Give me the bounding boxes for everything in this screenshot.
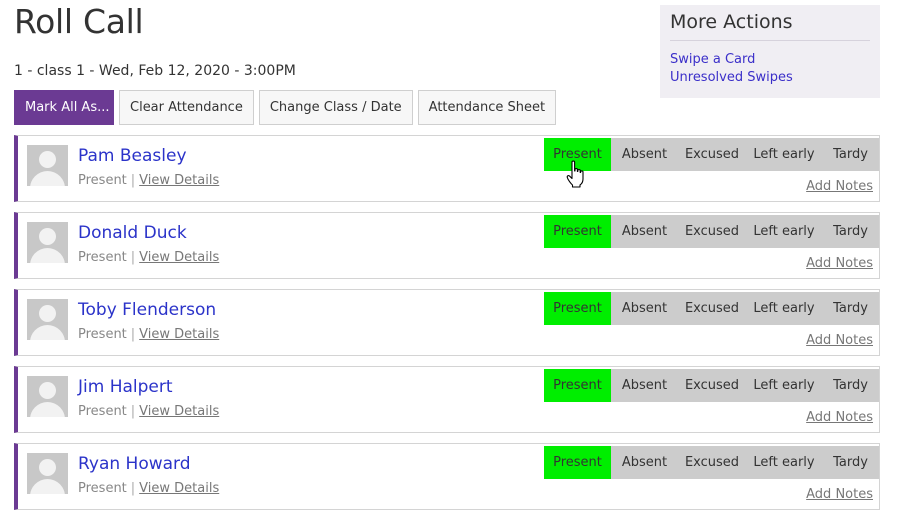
present-option[interactable]: Present [544, 138, 611, 171]
more-actions-title: More Actions [670, 11, 870, 41]
view-details-link[interactable]: View Details [139, 327, 219, 342]
attendance-sheet-button[interactable]: Attendance Sheet [417, 90, 557, 125]
attendance-options: Present Absent Excused Left early Tardy [544, 369, 879, 402]
attendance-options: Present Absent Excused Left early Tardy [544, 292, 879, 325]
absent-option[interactable]: Absent [611, 138, 678, 171]
mark-all-as-button[interactable]: Mark All As... [14, 90, 114, 125]
absent-option[interactable]: Absent [611, 446, 678, 479]
status-line: Present | View Details [78, 404, 219, 419]
user-avatar-icon [27, 299, 68, 340]
clear-attendance-button[interactable]: Clear Attendance [119, 90, 254, 125]
status-text: Present [78, 481, 127, 496]
left-early-option[interactable]: Left early [746, 138, 822, 171]
excused-option[interactable]: Excused [678, 215, 746, 248]
add-notes-link[interactable]: Add Notes [806, 487, 873, 502]
status-separator: | [130, 250, 136, 265]
status-line: Present | View Details [78, 327, 219, 342]
absent-option[interactable]: Absent [611, 292, 678, 325]
tardy-option[interactable]: Tardy [822, 215, 879, 248]
user-avatar-icon [27, 222, 68, 263]
toolbar: Mark All As... Clear Attendance Change C… [14, 90, 557, 125]
student-name-link[interactable]: Ryan Howard [78, 454, 191, 474]
status-line: Present | View Details [78, 250, 219, 265]
add-notes-link[interactable]: Add Notes [806, 410, 873, 425]
student-row: Jim Halpert Present | View Details Present… [14, 366, 880, 433]
student-name-link[interactable]: Pam Beasley [78, 146, 187, 166]
status-separator: | [130, 481, 136, 496]
student-name-link[interactable]: Toby Flenderson [78, 300, 216, 320]
change-class-date-button[interactable]: Change Class / Date [258, 90, 413, 125]
present-option[interactable]: Present [544, 215, 611, 248]
attendance-options: Present Absent Excused Left early Tardy [544, 446, 879, 479]
view-details-link[interactable]: View Details [139, 481, 219, 496]
attendance-options: Present Absent Excused Left early Tardy [544, 215, 879, 248]
class-session-info: 1 - class 1 - Wed, Feb 12, 2020 - 3:00PM [14, 63, 296, 79]
user-avatar-icon [27, 453, 68, 494]
tardy-option[interactable]: Tardy [822, 446, 879, 479]
view-details-link[interactable]: View Details [139, 250, 219, 265]
student-name-link[interactable]: Jim Halpert [78, 377, 173, 397]
attendance-options: Present Absent Excused Left early Tardy [544, 138, 879, 171]
status-line: Present | View Details [78, 481, 219, 496]
present-option[interactable]: Present [544, 446, 611, 479]
excused-option[interactable]: Excused [678, 369, 746, 402]
status-text: Present [78, 327, 127, 342]
swipe-card-link[interactable]: Swipe a Card [670, 51, 870, 69]
student-row: Toby Flenderson Present | View Details Pre… [14, 289, 880, 356]
excused-option[interactable]: Excused [678, 292, 746, 325]
status-text: Present [78, 173, 127, 188]
page-title: Roll Call [14, 2, 144, 41]
add-notes-link[interactable]: Add Notes [806, 256, 873, 271]
student-row: Donald Duck Present | View Details Present… [14, 212, 880, 279]
view-details-link[interactable]: View Details [139, 404, 219, 419]
left-early-option[interactable]: Left early [746, 215, 822, 248]
status-separator: | [130, 173, 136, 188]
excused-option[interactable]: Excused [678, 446, 746, 479]
status-separator: | [130, 404, 136, 419]
user-avatar-icon [27, 376, 68, 417]
status-text: Present [78, 404, 127, 419]
student-name-link[interactable]: Donald Duck [78, 223, 187, 243]
tardy-option[interactable]: Tardy [822, 292, 879, 325]
add-notes-link[interactable]: Add Notes [806, 179, 873, 194]
status-separator: | [130, 327, 136, 342]
status-text: Present [78, 250, 127, 265]
student-row: Pam Beasley Present | View Details Present… [14, 135, 880, 202]
left-early-option[interactable]: Left early [746, 369, 822, 402]
student-list: Pam Beasley Present | View Details Present… [14, 135, 880, 520]
student-row: Ryan Howard Present | View Details Present… [14, 443, 880, 510]
more-actions-panel: More Actions Swipe a Card Unresolved Swi… [660, 5, 880, 98]
excused-option[interactable]: Excused [678, 138, 746, 171]
absent-option[interactable]: Absent [611, 369, 678, 402]
add-notes-link[interactable]: Add Notes [806, 333, 873, 348]
left-early-option[interactable]: Left early [746, 446, 822, 479]
left-early-option[interactable]: Left early [746, 292, 822, 325]
roll-call-page: Roll Call 1 - class 1 - Wed, Feb 12, 202… [0, 0, 897, 524]
tardy-option[interactable]: Tardy [822, 369, 879, 402]
present-option[interactable]: Present [544, 292, 611, 325]
present-option[interactable]: Present [544, 369, 611, 402]
view-details-link[interactable]: View Details [139, 173, 219, 188]
absent-option[interactable]: Absent [611, 215, 678, 248]
status-line: Present | View Details [78, 173, 219, 188]
tardy-option[interactable]: Tardy [822, 138, 879, 171]
unresolved-swipes-link[interactable]: Unresolved Swipes [670, 69, 870, 87]
user-avatar-icon [27, 145, 68, 186]
